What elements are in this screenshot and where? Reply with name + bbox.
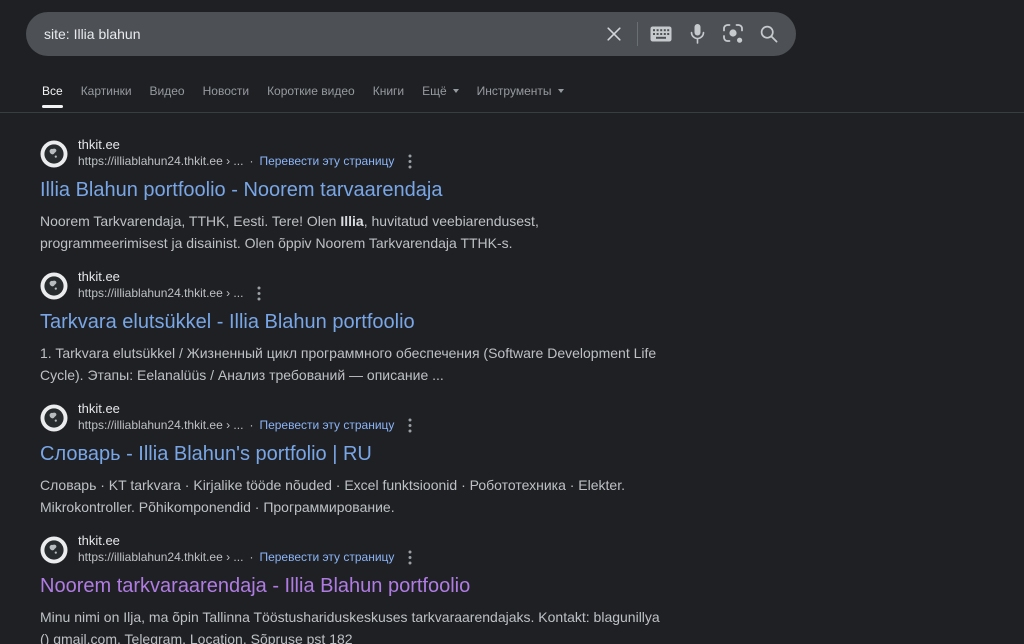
chevron-down-icon	[558, 89, 564, 93]
site-info: thkit.ee https://illiablahun24.thkit.ee …	[78, 401, 414, 435]
tab-books[interactable]: Книги	[373, 84, 404, 108]
translate-page-link[interactable]: Перевести эту страницу	[259, 154, 394, 169]
result-title-link[interactable]: Noorem tarkvaraarendaja - Illia Blahun p…	[40, 574, 470, 599]
result-title-link[interactable]: Tarkvara elutsükkel - Illia Blahun portf…	[40, 310, 415, 335]
search-result: thkit.ee https://illiablahun24.thkit.ee …	[40, 404, 700, 518]
tab-label: Картинки	[81, 84, 132, 98]
clear-search-button[interactable]	[601, 21, 627, 47]
tab-images[interactable]: Картинки	[81, 84, 132, 108]
url-line: https://illiablahun24.thkit.ee › ...	[78, 284, 263, 303]
tab-all[interactable]: Все	[42, 84, 63, 108]
site-name: thkit.ee	[78, 401, 414, 416]
site-favicon-icon	[40, 536, 68, 564]
site-favicon-icon	[40, 404, 68, 432]
more-options-icon	[408, 154, 412, 169]
result-site-link[interactable]: thkit.ee https://illiablahun24.thkit.ee …	[40, 140, 700, 168]
site-favicon-icon	[40, 140, 68, 168]
url-separator: ·	[249, 550, 253, 565]
header-divider	[0, 112, 1024, 113]
search-results-list: thkit.ee https://illiablahun24.thkit.ee …	[40, 140, 700, 644]
url-line: https://illiablahun24.thkit.ee › ... · П…	[78, 548, 414, 567]
tab-label: Ещё	[422, 84, 447, 98]
search-by-image-button[interactable]	[720, 21, 746, 47]
tab-label: Инструменты	[477, 84, 552, 98]
voice-search-button[interactable]	[684, 21, 710, 47]
snippet-text: Noorem Tarkvarendaja, TTHK, Eesti. Tere!…	[40, 213, 340, 229]
search-bar-divider	[637, 22, 638, 46]
tab-more[interactable]: Ещё	[422, 84, 459, 108]
more-options-button[interactable]	[406, 416, 414, 435]
result-snippet: Словарь · KT tarkvara · Kirjalike tööde …	[40, 474, 670, 518]
google-lens-icon	[722, 23, 744, 45]
tab-tools[interactable]: Инструменты	[477, 84, 564, 108]
search-category-tabs: Все Картинки Видео Новости Короткие виде…	[42, 84, 564, 108]
result-site-link[interactable]: thkit.ee https://illiablahun24.thkit.ee …	[40, 272, 700, 300]
site-name: thkit.ee	[78, 533, 414, 548]
chevron-down-icon	[453, 89, 459, 93]
site-info: thkit.ee https://illiablahun24.thkit.ee …	[78, 269, 263, 303]
url-separator: ·	[249, 418, 253, 433]
microphone-icon	[689, 23, 706, 45]
tab-label: Новости	[203, 84, 249, 98]
search-bar	[26, 12, 796, 56]
site-name: thkit.ee	[78, 269, 263, 284]
more-options-button[interactable]	[406, 152, 414, 171]
google-search-results-page: Все Картинки Видео Новости Короткие виде…	[0, 0, 1024, 644]
translate-page-link[interactable]: Перевести эту страницу	[259, 550, 394, 565]
site-info: thkit.ee https://illiablahun24.thkit.ee …	[78, 533, 414, 567]
result-snippet: 1. Tarkvara elutsükkel / Жизненный цикл …	[40, 342, 670, 386]
result-title-link[interactable]: Illia Blahun portfoolio - Noorem tarvaar…	[40, 178, 442, 203]
result-url: https://illiablahun24.thkit.ee › ...	[78, 550, 243, 565]
result-site-link[interactable]: thkit.ee https://illiablahun24.thkit.ee …	[40, 536, 700, 564]
search-result: thkit.ee https://illiablahun24.thkit.ee …	[40, 272, 700, 386]
search-bar-icons	[591, 21, 782, 47]
search-result: thkit.ee https://illiablahun24.thkit.ee …	[40, 140, 700, 254]
search-submit-button[interactable]	[756, 21, 782, 47]
site-name: thkit.ee	[78, 137, 414, 152]
site-info: thkit.ee https://illiablahun24.thkit.ee …	[78, 137, 414, 171]
result-title-link[interactable]: Словарь - Illia Blahun's portfolio | RU	[40, 442, 372, 467]
site-favicon-icon	[40, 272, 68, 300]
translate-page-link[interactable]: Перевести эту страницу	[259, 418, 394, 433]
more-options-button[interactable]	[406, 548, 414, 567]
search-input[interactable]	[44, 26, 591, 42]
more-options-icon	[408, 418, 412, 433]
tab-news[interactable]: Новости	[203, 84, 249, 108]
result-site-link[interactable]: thkit.ee https://illiablahun24.thkit.ee …	[40, 404, 700, 432]
search-icon	[759, 24, 779, 44]
result-url: https://illiablahun24.thkit.ee › ...	[78, 154, 243, 169]
tab-label: Все	[42, 84, 63, 98]
tab-label: Видео	[150, 84, 185, 98]
keyboard-icon	[650, 26, 672, 42]
url-line: https://illiablahun24.thkit.ee › ... · П…	[78, 416, 414, 435]
more-options-button[interactable]	[255, 284, 263, 303]
more-options-icon	[257, 286, 261, 301]
tab-videos[interactable]: Видео	[150, 84, 185, 108]
result-url: https://illiablahun24.thkit.ee › ...	[78, 418, 243, 433]
search-result: thkit.ee https://illiablahun24.thkit.ee …	[40, 536, 700, 644]
result-url: https://illiablahun24.thkit.ee › ...	[78, 286, 243, 301]
result-snippet: Minu nimi on Ilja, ma õpin Tallinna Töös…	[40, 606, 670, 644]
more-options-icon	[408, 550, 412, 565]
tab-short-videos[interactable]: Короткие видео	[267, 84, 355, 108]
url-separator: ·	[249, 154, 253, 169]
tab-label: Книги	[373, 84, 404, 98]
close-icon	[605, 25, 623, 43]
url-line: https://illiablahun24.thkit.ee › ... · П…	[78, 152, 414, 171]
tab-label: Короткие видео	[267, 84, 355, 98]
virtual-keyboard-button[interactable]	[648, 21, 674, 47]
snippet-bold-text: Illia	[340, 213, 363, 229]
result-snippet: Noorem Tarkvarendaja, TTHK, Eesti. Tere!…	[40, 210, 670, 254]
